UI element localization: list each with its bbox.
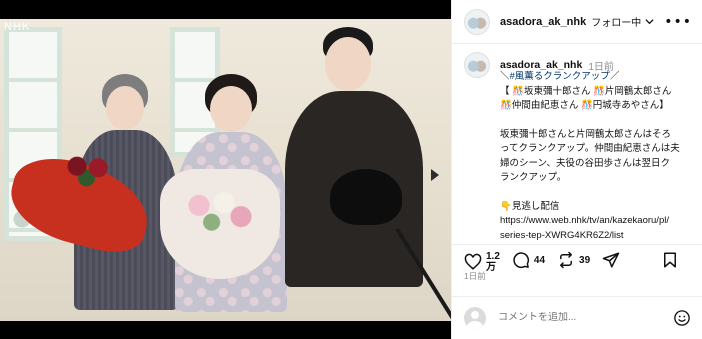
caption-line-7: ランクアップ。 <box>500 172 567 183</box>
emoji-icon[interactable] <box>673 309 691 327</box>
caption-line-2: 【 🎊坂東彌十郎さん 🎊片岡鶴太郎さん <box>500 85 672 97</box>
post-photo[interactable]: NHK <box>0 19 451 321</box>
photo-pink-bouquet <box>160 169 280 279</box>
like-count-value: 1.2 <box>486 251 500 262</box>
caption-line-1: ＼#風薫るクランクアップ／ <box>500 70 693 85</box>
caption-bracket-close: ／ <box>609 71 620 82</box>
post-header: asadora_ak_nhk フォロー中 ••• <box>452 0 702 44</box>
next-arrow-icon[interactable] <box>431 169 439 181</box>
save-button[interactable] <box>661 251 679 269</box>
bookmark-icon <box>664 252 676 268</box>
chevron-down-icon <box>645 19 654 25</box>
comment-icon <box>513 252 529 269</box>
comment-input[interactable] <box>498 312 658 323</box>
comment-count: 44 <box>533 254 546 266</box>
comment-composer <box>452 296 702 338</box>
photo-top-hat <box>330 169 402 225</box>
viewer-avatar <box>464 306 486 329</box>
posted-time: 1日前 <box>464 271 486 281</box>
action-bar: 1.2 万 44 39 <box>452 244 702 284</box>
heart-icon <box>464 253 482 270</box>
author-username[interactable]: asadora_ak_nhk <box>500 16 586 28</box>
caption-line-4: 坂東彌十郎さんと片岡鶴太郎さんはそろ <box>500 128 672 140</box>
repost-count: 39 <box>579 254 591 266</box>
caption-line-8: 👇見逃し配信 <box>500 200 560 212</box>
media-viewer: NHK <box>0 0 451 339</box>
like-count: 1.2 万 <box>486 251 500 273</box>
caption-bracket-open: ＼ <box>500 71 510 82</box>
hashtag-link[interactable]: #風薫るクランクアップ <box>510 71 610 82</box>
following-label: フォロー中 <box>591 18 642 29</box>
caption-url-part-1[interactable]: https://www.web.nhk/tv/an/kazekaoru/pl/ <box>500 214 693 229</box>
post-caption: asadora_ak_nhk 1日前 ＼#風薫るクランクアップ／ 【 🎊坂東彌十… <box>452 52 702 241</box>
repost-icon <box>560 251 573 269</box>
caption-text: ＼#風薫るクランクアップ／ 【 🎊坂東彌十郎さん 🎊片岡鶴太郎さん 🎊仲間由紀恵… <box>500 70 693 243</box>
comment-button[interactable]: 44 <box>512 251 545 269</box>
caption-avatar[interactable] <box>464 52 490 78</box>
like-count-unit: 万 <box>486 262 496 273</box>
following-button[interactable]: フォロー中 <box>591 14 654 29</box>
nhk-watermark: NHK <box>4 21 31 33</box>
send-icon <box>602 252 620 268</box>
caption-line-3: 🎊仲間由紀恵さん 🎊円城寺あやさん】 <box>500 100 669 111</box>
share-button[interactable] <box>602 251 620 269</box>
author-avatar[interactable] <box>464 8 490 35</box>
caption-url-part-2[interactable]: series-tep-XWRG4KR6Z2/list <box>500 229 693 244</box>
post-side-panel: asadora_ak_nhk フォロー中 ••• asadora_ak_nhk … <box>451 0 702 339</box>
caption-line-5: ってクランクアップ。仲間由紀恵さんは夫 <box>500 143 680 154</box>
repost-button[interactable]: 39 <box>557 251 590 269</box>
more-options-icon[interactable]: ••• <box>664 14 692 30</box>
caption-line-6: 婦のシーン、夫役の谷田歩さんは翌日ク <box>500 157 670 169</box>
